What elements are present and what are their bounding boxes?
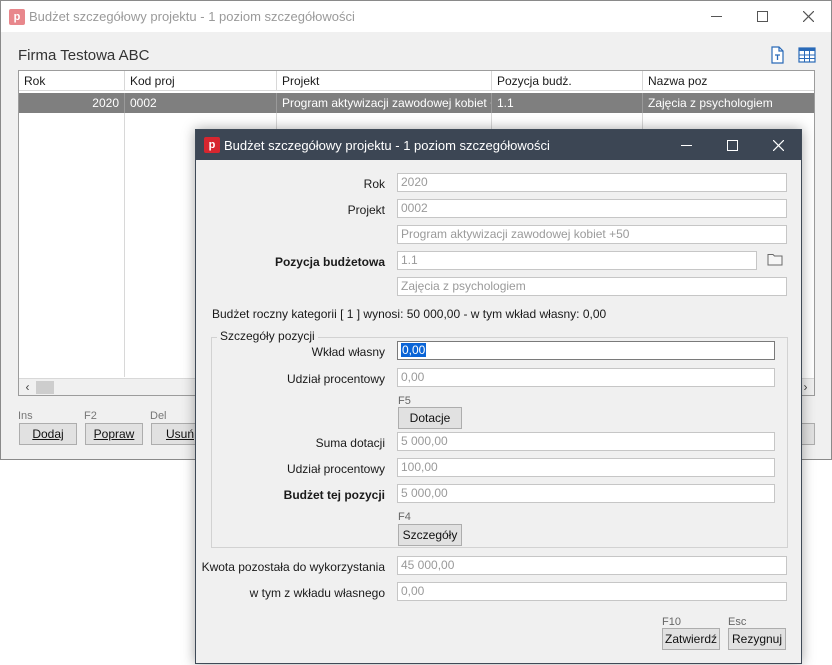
hotkey-grants: F5 (398, 395, 411, 407)
remaining-field[interactable]: 45 000,00 (397, 556, 787, 575)
confirm-button[interactable]: Zatwierdź (662, 628, 720, 650)
grants-button[interactable]: Dotacje (398, 407, 462, 429)
cell-project: Program aktywizacji zawodowej kobiet +50 (277, 93, 492, 113)
app-logo-icon: p (9, 8, 25, 25)
column-header-project-code[interactable]: Kod proj (125, 71, 277, 91)
own-contribution-field[interactable]: 0,00 (397, 341, 775, 360)
annual-budget-info: Budżet roczny kategorii [ 1 ] wynosi: 50… (212, 307, 607, 321)
remaining-own-field[interactable]: 0,00 (397, 582, 787, 601)
hotkey-details: F4 (398, 511, 411, 523)
hotkey-confirm: F10 (662, 616, 681, 628)
dialog-titlebar[interactable]: p Budżet szczegółowy projektu - 1 poziom… (196, 130, 801, 160)
project-label: Projekt (347, 203, 385, 217)
hotkey-delete: Del (150, 410, 167, 422)
column-divider (124, 113, 125, 377)
position-details-group-title: Szczegóły pozycji (217, 329, 318, 343)
bg-titlebar[interactable]: p Budżet szczegółowy projektu - 1 poziom… (1, 1, 831, 32)
grants-sum-field[interactable]: 5 000,00 (397, 432, 775, 451)
minimize-icon (710, 16, 722, 17)
app-logo-icon: p (204, 137, 220, 153)
cell-budget-position: 1.1 (492, 93, 643, 113)
hotkey-edit: F2 (84, 410, 97, 422)
table-icon[interactable] (797, 45, 817, 65)
grants-percent-label: Udział procentowy (286, 462, 385, 476)
cell-position-name: Zajęcia z psychologiem (648, 96, 773, 110)
column-header-year[interactable]: Rok (19, 71, 125, 91)
dialog-minimize-button[interactable] (663, 130, 709, 160)
position-budget-label: Budżet tej pozycji (283, 488, 385, 502)
cell-year: 2020 (19, 93, 125, 113)
column-header-position-name[interactable]: Nazwa poz (643, 71, 815, 91)
grants-sum-label: Suma dotacji (315, 436, 385, 450)
folder-icon[interactable] (767, 252, 783, 266)
minimize-icon (680, 144, 692, 146)
budget-position-label: Pozycja budżetowa (274, 255, 385, 269)
grants-percent-field[interactable]: 100,00 (397, 458, 775, 477)
dialog-title: Budżet szczegółowy projektu - 1 poziom s… (224, 137, 550, 153)
position-budget-field[interactable]: 5 000,00 (397, 484, 775, 503)
column-header-project[interactable]: Projekt (277, 71, 492, 91)
minimize-button[interactable] (693, 1, 739, 32)
maximize-button[interactable] (739, 1, 785, 32)
remaining-label: Kwota pozostała do wykorzystania (201, 560, 385, 574)
table-header: Rok Kod proj Projekt Pozycja budż. Nazwa… (19, 71, 814, 91)
own-contribution-value: 0,00 (401, 343, 427, 357)
close-button[interactable] (785, 1, 831, 32)
remaining-own-label: w tym z wkładu własnego (249, 586, 385, 600)
bg-window-title: Budżet szczegółowy projektu - 1 poziom s… (29, 9, 355, 24)
budget-position-field[interactable]: 1.1 (397, 251, 757, 270)
dialog-close-button[interactable] (755, 130, 801, 160)
cell-project-code: 0002 (125, 93, 277, 113)
hotkey-cancel: Esc (728, 616, 747, 628)
scrollbar-thumb[interactable] (36, 381, 54, 394)
edit-button[interactable]: Popraw (85, 423, 143, 445)
year-label: Rok (363, 177, 385, 191)
maximize-icon (756, 11, 768, 22)
document-icon[interactable] (767, 45, 787, 65)
scroll-left-icon[interactable]: ‹ (19, 379, 36, 396)
maximize-icon (726, 139, 738, 151)
details-button[interactable]: Szczegóły (398, 524, 462, 546)
own-contribution-label: Wkład własny (311, 345, 385, 359)
dialog-maximize-button[interactable] (709, 130, 755, 160)
company-name: Firma Testowa ABC (18, 47, 150, 64)
column-header-budget-position[interactable]: Pozycja budż. (492, 71, 643, 91)
close-icon (772, 139, 784, 151)
close-icon (802, 11, 814, 22)
hotkey-add: Ins (18, 410, 33, 422)
cancel-button[interactable]: Rezygnuj (728, 628, 786, 650)
year-field[interactable]: 2020 (397, 173, 787, 192)
percent-share-field[interactable]: 0,00 (397, 368, 775, 387)
add-button[interactable]: Dodaj (19, 423, 77, 445)
project-name-field[interactable]: Program aktywizacji zawodowej kobiet +50 (397, 225, 787, 244)
position-name-field[interactable]: Zajęcia z psychologiem (397, 277, 787, 296)
budget-detail-dialog: p Budżet szczegółowy projektu - 1 poziom… (195, 129, 802, 664)
project-code-field[interactable]: 0002 (397, 199, 787, 218)
table-row[interactable]: 2020 0002 Program aktywizacji zawodowej … (19, 93, 814, 113)
percent-share-label: Udział procentowy (286, 372, 385, 386)
